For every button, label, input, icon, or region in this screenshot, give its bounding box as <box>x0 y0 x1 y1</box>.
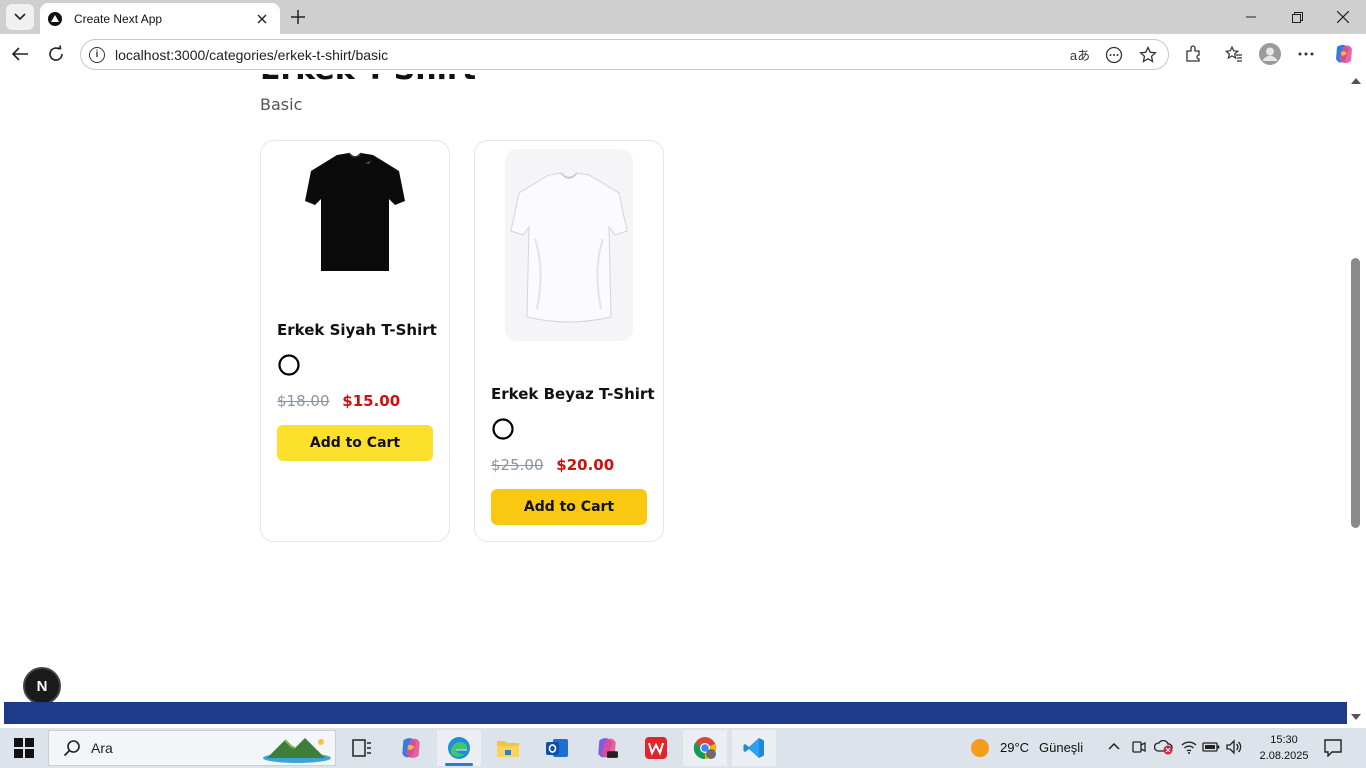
close-icon <box>257 14 267 23</box>
more-omnibox-icon[interactable] <box>1100 41 1128 69</box>
chrome-button[interactable] <box>683 730 727 766</box>
outlook-icon <box>546 739 568 757</box>
product-name[interactable]: Erkek Siyah T-Shirt <box>277 321 437 339</box>
edge-taskbar-button[interactable] <box>437 730 481 766</box>
search-icon <box>63 740 80 757</box>
restore-button[interactable] <box>1274 0 1320 34</box>
meet-now-icon[interactable] <box>1132 739 1146 755</box>
page-viewport: Erkek T-Shirt Basic Erkek Siyah T-Shirt … <box>4 74 1347 724</box>
favorite-star-icon[interactable] <box>1134 41 1162 69</box>
plus-icon <box>291 10 305 24</box>
start-button[interactable] <box>14 738 34 758</box>
arrow-left-icon <box>11 47 28 61</box>
taskbar-search[interactable]: Ara <box>48 730 336 766</box>
copilot-icon[interactable] <box>1330 40 1358 68</box>
black-tshirt-icon <box>305 152 405 271</box>
restore-icon <box>1291 11 1303 23</box>
tab-title: Create Next App <box>74 11 163 26</box>
price-row: $18.00 $15.00 <box>277 392 400 410</box>
file-explorer-button[interactable] <box>486 730 530 766</box>
footer-bar <box>4 702 1347 724</box>
new-tab-button[interactable] <box>286 5 310 29</box>
edge-icon <box>448 737 470 759</box>
page-scrollbar[interactable] <box>1347 74 1366 724</box>
color-swatch[interactable] <box>277 353 301 377</box>
wifi-icon[interactable] <box>1181 740 1197 754</box>
chrome-icon <box>693 737 716 760</box>
old-price: $18.00 <box>277 392 330 410</box>
m365-copilot-icon <box>598 738 618 758</box>
white-tshirt-icon <box>510 172 628 323</box>
weather-temperature[interactable]: 29°C <box>1000 740 1029 755</box>
product-name[interactable]: Erkek Beyaz T-Shirt <box>491 385 655 403</box>
copilot-365-button[interactable] <box>585 730 629 766</box>
browser-titlebar: Create Next App <box>0 0 1366 34</box>
chevron-up-icon[interactable] <box>1108 742 1120 750</box>
browser-tab[interactable]: Create Next App <box>40 3 280 34</box>
scroll-down-arrow-icon[interactable] <box>1351 714 1361 720</box>
vscode-icon <box>743 738 764 758</box>
add-to-cart-button[interactable]: Add to Cart <box>491 489 647 525</box>
vscode-button[interactable] <box>732 730 776 766</box>
tab-actions-menu-button[interactable] <box>6 4 34 30</box>
page-subtitle: Basic <box>260 95 303 114</box>
minimize-icon <box>1246 16 1256 18</box>
settings-more-icon[interactable] <box>1292 40 1320 68</box>
color-swatch[interactable] <box>491 417 515 441</box>
add-to-cart-button[interactable]: Add to Cart <box>277 425 433 461</box>
reload-button[interactable] <box>42 40 70 68</box>
scroll-up-arrow-icon[interactable] <box>1351 78 1361 84</box>
favorites-icon[interactable] <box>1220 40 1248 68</box>
outlook-button[interactable] <box>535 730 579 766</box>
product-card[interactable]: Erkek Siyah T-Shirt $18.00 $15.00 Add to… <box>260 140 450 542</box>
system-clock[interactable]: 15:30 2.08.2025 <box>1254 732 1314 764</box>
task-view-icon <box>352 739 371 757</box>
nextjs-favicon-icon <box>48 11 62 26</box>
cloud-sync-icon[interactable] <box>1154 739 1174 755</box>
address-bar[interactable]: i localhost:3000/categories/erkek-t-shir… <box>80 39 1169 70</box>
notification-icon[interactable] <box>1324 739 1342 757</box>
back-button[interactable] <box>6 40 34 68</box>
old-price: $25.00 <box>491 456 544 474</box>
product-image[interactable] <box>291 149 419 341</box>
product-image[interactable] <box>505 149 633 341</box>
folder-icon <box>497 741 519 757</box>
sale-price: $20.00 <box>556 456 615 474</box>
task-view-button[interactable] <box>340 730 384 766</box>
refresh-icon <box>49 45 63 61</box>
minimize-button[interactable] <box>1228 0 1274 34</box>
copilot-taskbar-button[interactable] <box>389 730 433 766</box>
copilot-icon <box>402 738 420 758</box>
url-text[interactable]: localhost:3000/categories/erkek-t-shirt/… <box>115 47 1066 63</box>
clock-date: 2.08.2025 <box>1259 750 1309 762</box>
read-aloud-icon[interactable]: aあ <box>1066 41 1094 69</box>
sale-price: $15.00 <box>342 392 401 410</box>
windows-logo-icon <box>14 738 23 747</box>
clock-time: 15:30 <box>1270 734 1298 746</box>
chevron-down-icon <box>14 13 26 21</box>
close-window-button[interactable] <box>1320 0 1366 34</box>
wps-icon <box>645 737 667 759</box>
price-row: $25.00 $20.00 <box>491 456 614 474</box>
windows-taskbar: Ara 29°C Güneşli 15:30 2.08.2025 <box>0 728 1366 768</box>
page-title: Erkek T-Shirt <box>260 74 476 87</box>
volume-icon[interactable] <box>1225 739 1243 755</box>
search-placeholder: Ara <box>91 740 113 756</box>
sun-weather-icon <box>971 739 989 757</box>
nextjs-dev-indicator[interactable]: N <box>23 667 61 705</box>
wps-office-button[interactable] <box>634 730 678 766</box>
battery-icon[interactable] <box>1202 740 1220 754</box>
site-info-icon[interactable]: i <box>89 46 105 63</box>
product-card[interactable]: Erkek Beyaz T-Shirt $25.00 $20.00 Add to… <box>474 140 664 542</box>
weather-description[interactable]: Güneşli <box>1039 740 1083 755</box>
close-icon <box>1337 11 1349 23</box>
scroll-thumb[interactable] <box>1351 258 1360 528</box>
extensions-icon[interactable] <box>1179 40 1207 68</box>
profile-avatar-icon[interactable] <box>1256 40 1284 68</box>
browser-toolbar: i localhost:3000/categories/erkek-t-shir… <box>0 34 1366 74</box>
search-highlight-art-icon <box>263 738 331 763</box>
tab-close-button[interactable] <box>254 11 270 27</box>
